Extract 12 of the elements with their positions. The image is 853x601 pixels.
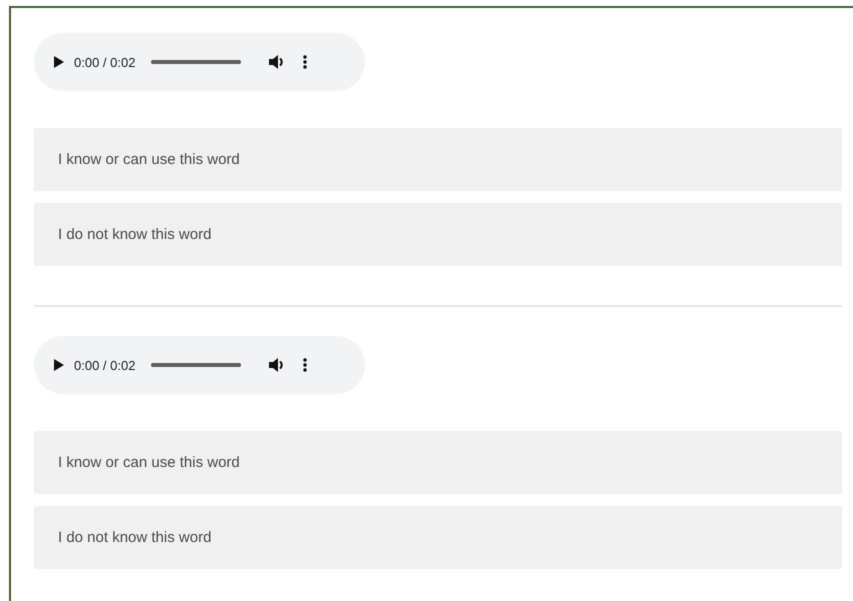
more-icon[interactable] (303, 55, 308, 69)
more-icon[interactable] (303, 358, 308, 372)
play-icon[interactable] (54, 56, 64, 68)
play-icon[interactable] (54, 359, 64, 371)
answer-option[interactable]: I know or can use this word (34, 431, 842, 494)
answer-option[interactable]: I do not know this word (34, 506, 842, 569)
audio-time: 0:00 / 0:02 (74, 358, 136, 372)
answer-option[interactable]: I know or can use this word (34, 128, 842, 191)
volume-icon[interactable] (269, 358, 286, 372)
audio-time: 0:00 / 0:02 (74, 54, 136, 70)
volume-icon[interactable] (269, 55, 286, 69)
answer-option[interactable]: I do not know this word (34, 203, 842, 266)
